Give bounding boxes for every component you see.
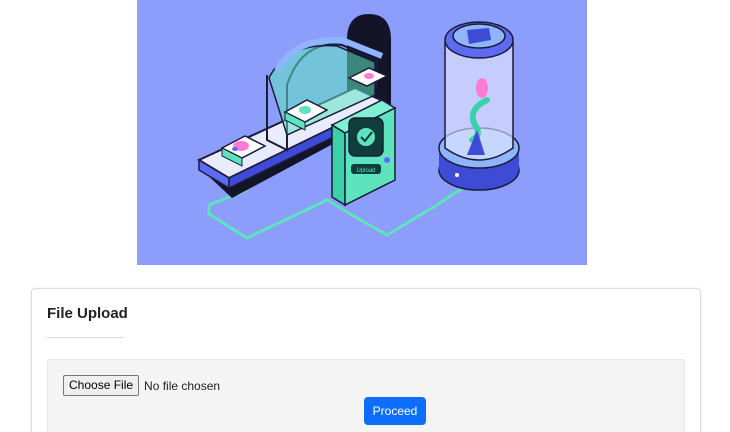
- file-scanner-illustration: Upload: [196, 14, 520, 240]
- choose-file-button[interactable]: Choose File: [63, 375, 140, 396]
- file-upload-card: File Upload Choose File No file chosen P…: [31, 288, 701, 432]
- capsule: [438, 21, 520, 191]
- file-input[interactable]: Choose File No file chosen: [63, 375, 220, 396]
- file-status-text: No file chosen: [144, 378, 221, 393]
- card-title: File Upload: [47, 305, 128, 322]
- upload-panel: Choose File No file chosen Proceed: [47, 359, 685, 432]
- page: Upload File Upload Choose File No file c…: [0, 0, 730, 432]
- title-divider: [47, 337, 124, 338]
- proceed-button[interactable]: Proceed: [364, 397, 426, 425]
- hero-illustration: Upload: [137, 0, 587, 265]
- kiosk-label: Upload: [356, 168, 375, 174]
